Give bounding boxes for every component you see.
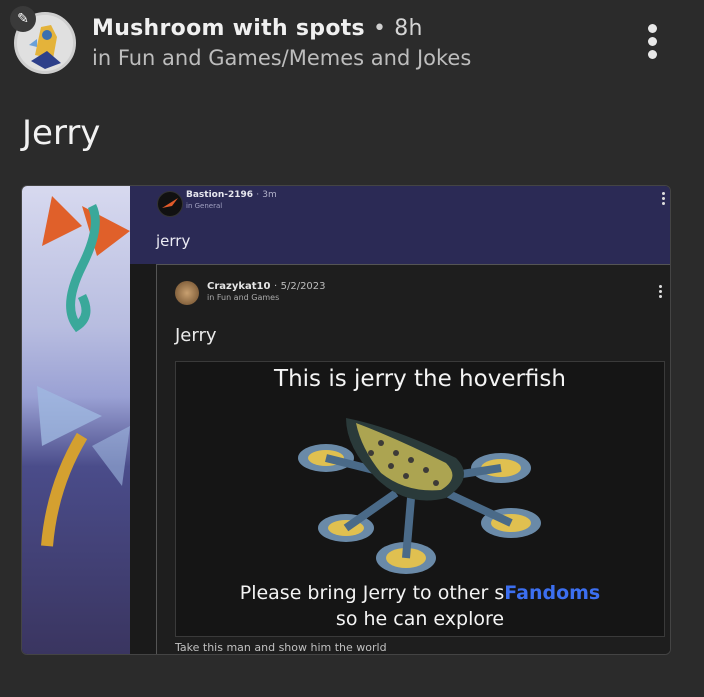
- post-author-line: Mushroom with spots • 8h: [92, 16, 423, 41]
- pencil-icon[interactable]: ✎: [10, 6, 36, 32]
- dragon-artwork: [22, 186, 130, 654]
- post-title: Jerry: [22, 113, 101, 153]
- embedded-image[interactable]: Bastion-2196 · 3m in General jerry Crazy…: [21, 185, 671, 655]
- repost-caption: Take this man and show him the world: [175, 641, 387, 654]
- more-vertical-icon[interactable]: [642, 24, 662, 64]
- embedded-author-avatar: [157, 191, 183, 217]
- embedded-separator: ·: [256, 190, 260, 200]
- embedded-time: 3m: [262, 190, 277, 200]
- post-author[interactable]: Mushroom with spots: [92, 16, 365, 41]
- repost-community: in Fun and Games: [207, 293, 280, 302]
- meme-bottom-text-start: Please bring Jerry to other s: [239, 582, 505, 604]
- embedded-title: jerry: [156, 232, 191, 250]
- embedded-post-header: Bastion-2196 · 3m in General jerry: [130, 186, 670, 264]
- post-time: 8h: [394, 16, 423, 41]
- meme-fandoms-text: Fandoms: [504, 582, 601, 604]
- reposted-post: Crazykat10 · 5/2/2023 in Fun and Games J…: [156, 264, 670, 654]
- repost-title: Jerry: [175, 325, 217, 346]
- repost-more-icon: [659, 285, 663, 300]
- hoverfish-image: [298, 418, 541, 574]
- repost-author-line: Crazykat10 · 5/2/2023: [207, 281, 326, 292]
- post-header: ✎ Mushroom with spots • 8h in Fun and Game…: [0, 0, 704, 90]
- repost-author: Crazykat10: [207, 281, 271, 292]
- embedded-more-icon: [662, 192, 666, 207]
- meme-top-text: This is jerry the hoverfish: [274, 366, 566, 392]
- embedded-author-line: Bastion-2196 · 3m: [186, 190, 277, 200]
- meme-image: This is jerry the hoverfish Please bring…: [175, 361, 665, 637]
- embedded-community: in General: [186, 202, 223, 210]
- embedded-author: Bastion-2196: [186, 190, 254, 200]
- meme-bottom-text-line2: so he can explore: [335, 608, 505, 630]
- post-community[interactable]: in Fun and Games/Memes and Jokes: [92, 46, 471, 70]
- meme-bottom-text-line1: Please bring Jerry to other sFandoms: [176, 582, 664, 604]
- separator-dot: •: [372, 16, 387, 41]
- repost-date: 5/2/2023: [280, 281, 326, 292]
- repost-separator: ·: [273, 281, 278, 292]
- repost-author-avatar: [175, 281, 199, 305]
